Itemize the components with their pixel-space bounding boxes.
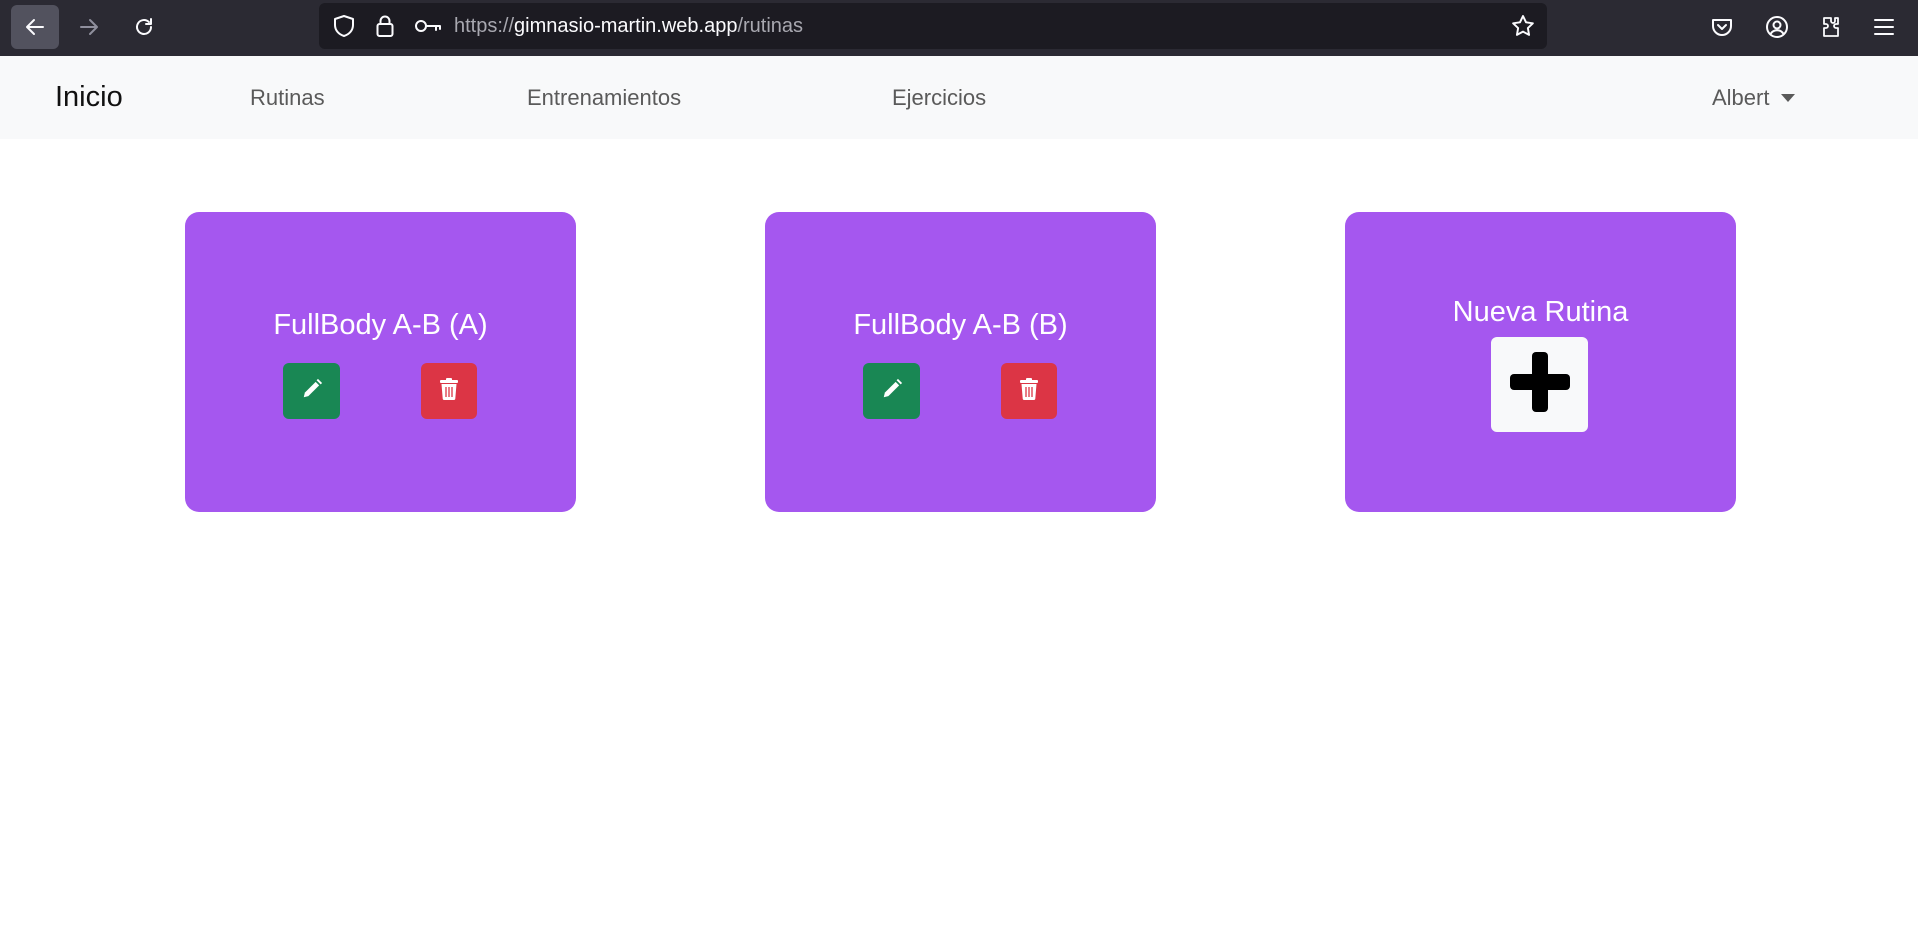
pencil-icon [301, 378, 323, 405]
back-button[interactable] [11, 5, 59, 49]
reload-button[interactable] [120, 5, 168, 49]
site-navbar: Inicio Rutinas Entrenamientos Ejercicios… [0, 56, 1918, 139]
routine-card: FullBody A-B (A) [185, 212, 576, 512]
account-icon [1765, 15, 1789, 39]
delete-routine-button[interactable] [421, 363, 477, 419]
routine-title: FullBody A-B (A) [273, 309, 488, 341]
extensions-button[interactable] [1807, 5, 1855, 49]
browser-toolbar: https://gimnasio-martin.web.app/rutinas [0, 0, 1918, 56]
edit-routine-button[interactable] [863, 363, 920, 419]
url-host: gimnasio-martin.web.app [514, 15, 738, 37]
nav-link-rutinas[interactable]: Rutinas [250, 56, 325, 139]
extensions-icon [1819, 15, 1843, 39]
trash-icon [1020, 377, 1038, 405]
edit-routine-button[interactable] [283, 363, 340, 419]
routine-title: FullBody A-B (B) [853, 309, 1068, 341]
pocket-button[interactable] [1698, 5, 1746, 49]
star-icon[interactable] [1508, 3, 1538, 49]
new-routine-title: Nueva Rutina [1452, 296, 1629, 328]
new-routine-card: Nueva Rutina [1345, 212, 1736, 512]
user-name: Albert [1712, 84, 1770, 110]
forward-button[interactable] [65, 5, 113, 49]
delete-routine-button[interactable] [1001, 363, 1057, 419]
url-path: /rutinas [737, 15, 804, 37]
account-button[interactable] [1753, 5, 1801, 49]
caret-down-icon [1781, 93, 1796, 102]
app-menu-button[interactable] [1860, 5, 1908, 49]
menu-icon [1872, 15, 1896, 39]
reload-icon [132, 15, 156, 39]
url-text[interactable]: https://gimnasio-martin.web.app/rutinas [454, 3, 803, 49]
brand-link[interactable]: Inicio [55, 56, 123, 139]
pocket-icon [1710, 15, 1734, 39]
nav-link-entrenamientos[interactable]: Entrenamientos [527, 56, 681, 139]
pencil-icon [881, 378, 903, 405]
url-scheme: https:// [454, 15, 515, 37]
nav-link-ejercicios[interactable]: Ejercicios [892, 56, 986, 139]
lock-icon[interactable] [370, 3, 400, 49]
plus-icon [1508, 350, 1572, 419]
add-routine-button[interactable] [1491, 337, 1588, 432]
forward-arrow-icon [77, 15, 101, 39]
shield-icon[interactable] [329, 3, 359, 49]
user-dropdown[interactable]: Albert [1712, 56, 1796, 139]
key-icon[interactable] [411, 3, 445, 49]
url-bar[interactable]: https://gimnasio-martin.web.app/rutinas [319, 3, 1547, 49]
trash-icon [440, 377, 458, 405]
routine-card: FullBody A-B (B) [765, 212, 1156, 512]
back-arrow-icon [23, 15, 47, 39]
